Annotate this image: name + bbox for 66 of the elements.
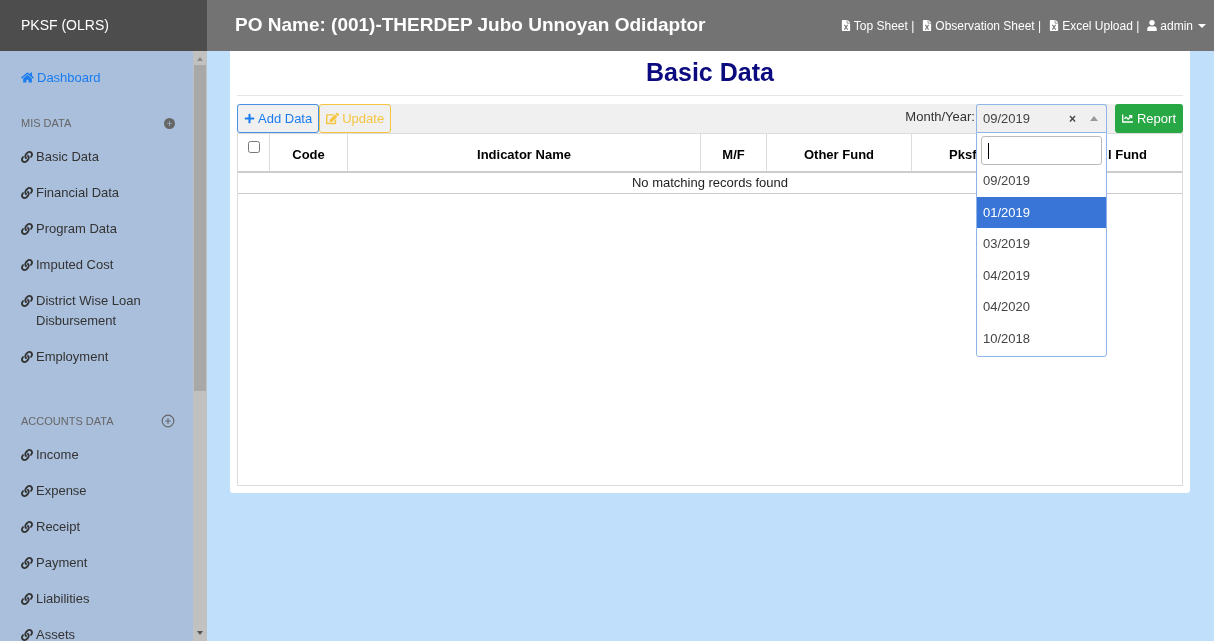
sidebar-item[interactable]: Imputed Cost [21, 248, 175, 282]
column-header[interactable]: Indicator Name [348, 134, 701, 171]
link-icon [21, 485, 33, 497]
link-icon [21, 259, 33, 271]
po-name-title: PO Name: (001)-THERDEP Jubo Unnoyan Odidaptor [235, 13, 706, 38]
sidebar-item[interactable]: Program Data [21, 212, 175, 246]
column-header[interactable]: Other Fund [767, 134, 912, 171]
caret-icon [1198, 23, 1206, 28]
sidebar-item[interactable]: Income [21, 438, 175, 472]
link-icon [21, 295, 33, 307]
link-icon [21, 187, 33, 199]
edit-icon [326, 112, 340, 125]
sidebar-item[interactable]: District Wise Loan Disbursement [21, 284, 175, 338]
plus-icon [244, 113, 255, 124]
caret-up-icon [1090, 116, 1098, 121]
dropdown-option[interactable]: 09/2019 [977, 165, 1106, 197]
link-icon [21, 557, 33, 569]
scrollbar-thumb[interactable] [194, 65, 206, 391]
brand-title[interactable]: PKSF (OLRS) [21, 15, 109, 36]
page-title: Basic Data [646, 57, 774, 89]
excel-file-icon [922, 20, 933, 31]
sidebar-item[interactable]: Employment [21, 340, 175, 374]
home-icon [21, 71, 34, 84]
link-icon [21, 351, 33, 363]
link-icon [21, 521, 33, 533]
sidebar-item[interactable]: Basic Data [21, 140, 175, 174]
clear-button[interactable]: × [1069, 109, 1076, 128]
header-link[interactable]: Observation Sheet | [922, 16, 1042, 35]
user-icon [1147, 20, 1158, 31]
header-link[interactable]: Excel Upload | [1049, 16, 1140, 35]
section-heading: MIS DATA [21, 115, 72, 131]
dropdown-option[interactable]: 04/2020 [977, 291, 1106, 323]
dropdown-option[interactable]: 10/2018 [977, 322, 1106, 354]
month-year-label: Month/Year: [905, 108, 975, 126]
section-heading: ACCOUNTS DATA [21, 413, 114, 429]
dropdown-option[interactable]: 04/2019 [977, 259, 1106, 291]
link-icon [21, 593, 33, 605]
link-icon [21, 449, 33, 461]
scroll-down-icon[interactable] [197, 631, 203, 635]
plus-circle-icon[interactable] [161, 414, 175, 428]
dropdown-option[interactable]: 01/2019 [977, 196, 1106, 228]
dropdown-option[interactable]: 03/2019 [977, 228, 1106, 260]
sidebar-item[interactable]: Assets [21, 618, 175, 641]
sidebar-item[interactable]: Financial Data [21, 176, 175, 210]
link-icon [21, 223, 33, 235]
empty-table-message: No matching records found [631, 174, 789, 193]
user-menu[interactable]: admin [1147, 16, 1206, 35]
link-icon [21, 151, 33, 163]
line-chart-icon [1121, 113, 1133, 124]
text-cursor-icon [988, 142, 989, 159]
dropdown-search-field[interactable] [981, 136, 1102, 165]
sidebar-item[interactable]: Liabilities [21, 582, 175, 616]
header-link[interactable]: Top Sheet | [840, 16, 915, 35]
sidebar-item[interactable]: Receipt [21, 510, 175, 544]
sidebar-item[interactable]: Payment [21, 546, 175, 580]
add-data-button[interactable]: Add Data [237, 104, 320, 133]
sidebar-item[interactable]: Expense [21, 474, 175, 508]
month-year-select[interactable]: 09/2019 × [976, 104, 1107, 132]
sidebar-scrollbar[interactable] [193, 51, 207, 641]
link-icon [21, 629, 33, 641]
excel-file-icon [1049, 20, 1060, 31]
column-header[interactable]: M/F [701, 134, 767, 171]
scroll-up-icon[interactable] [197, 57, 203, 61]
excel-file-icon [840, 20, 851, 31]
column-header[interactable]: Code [270, 134, 348, 171]
select-all-checkbox[interactable] [247, 141, 260, 153]
